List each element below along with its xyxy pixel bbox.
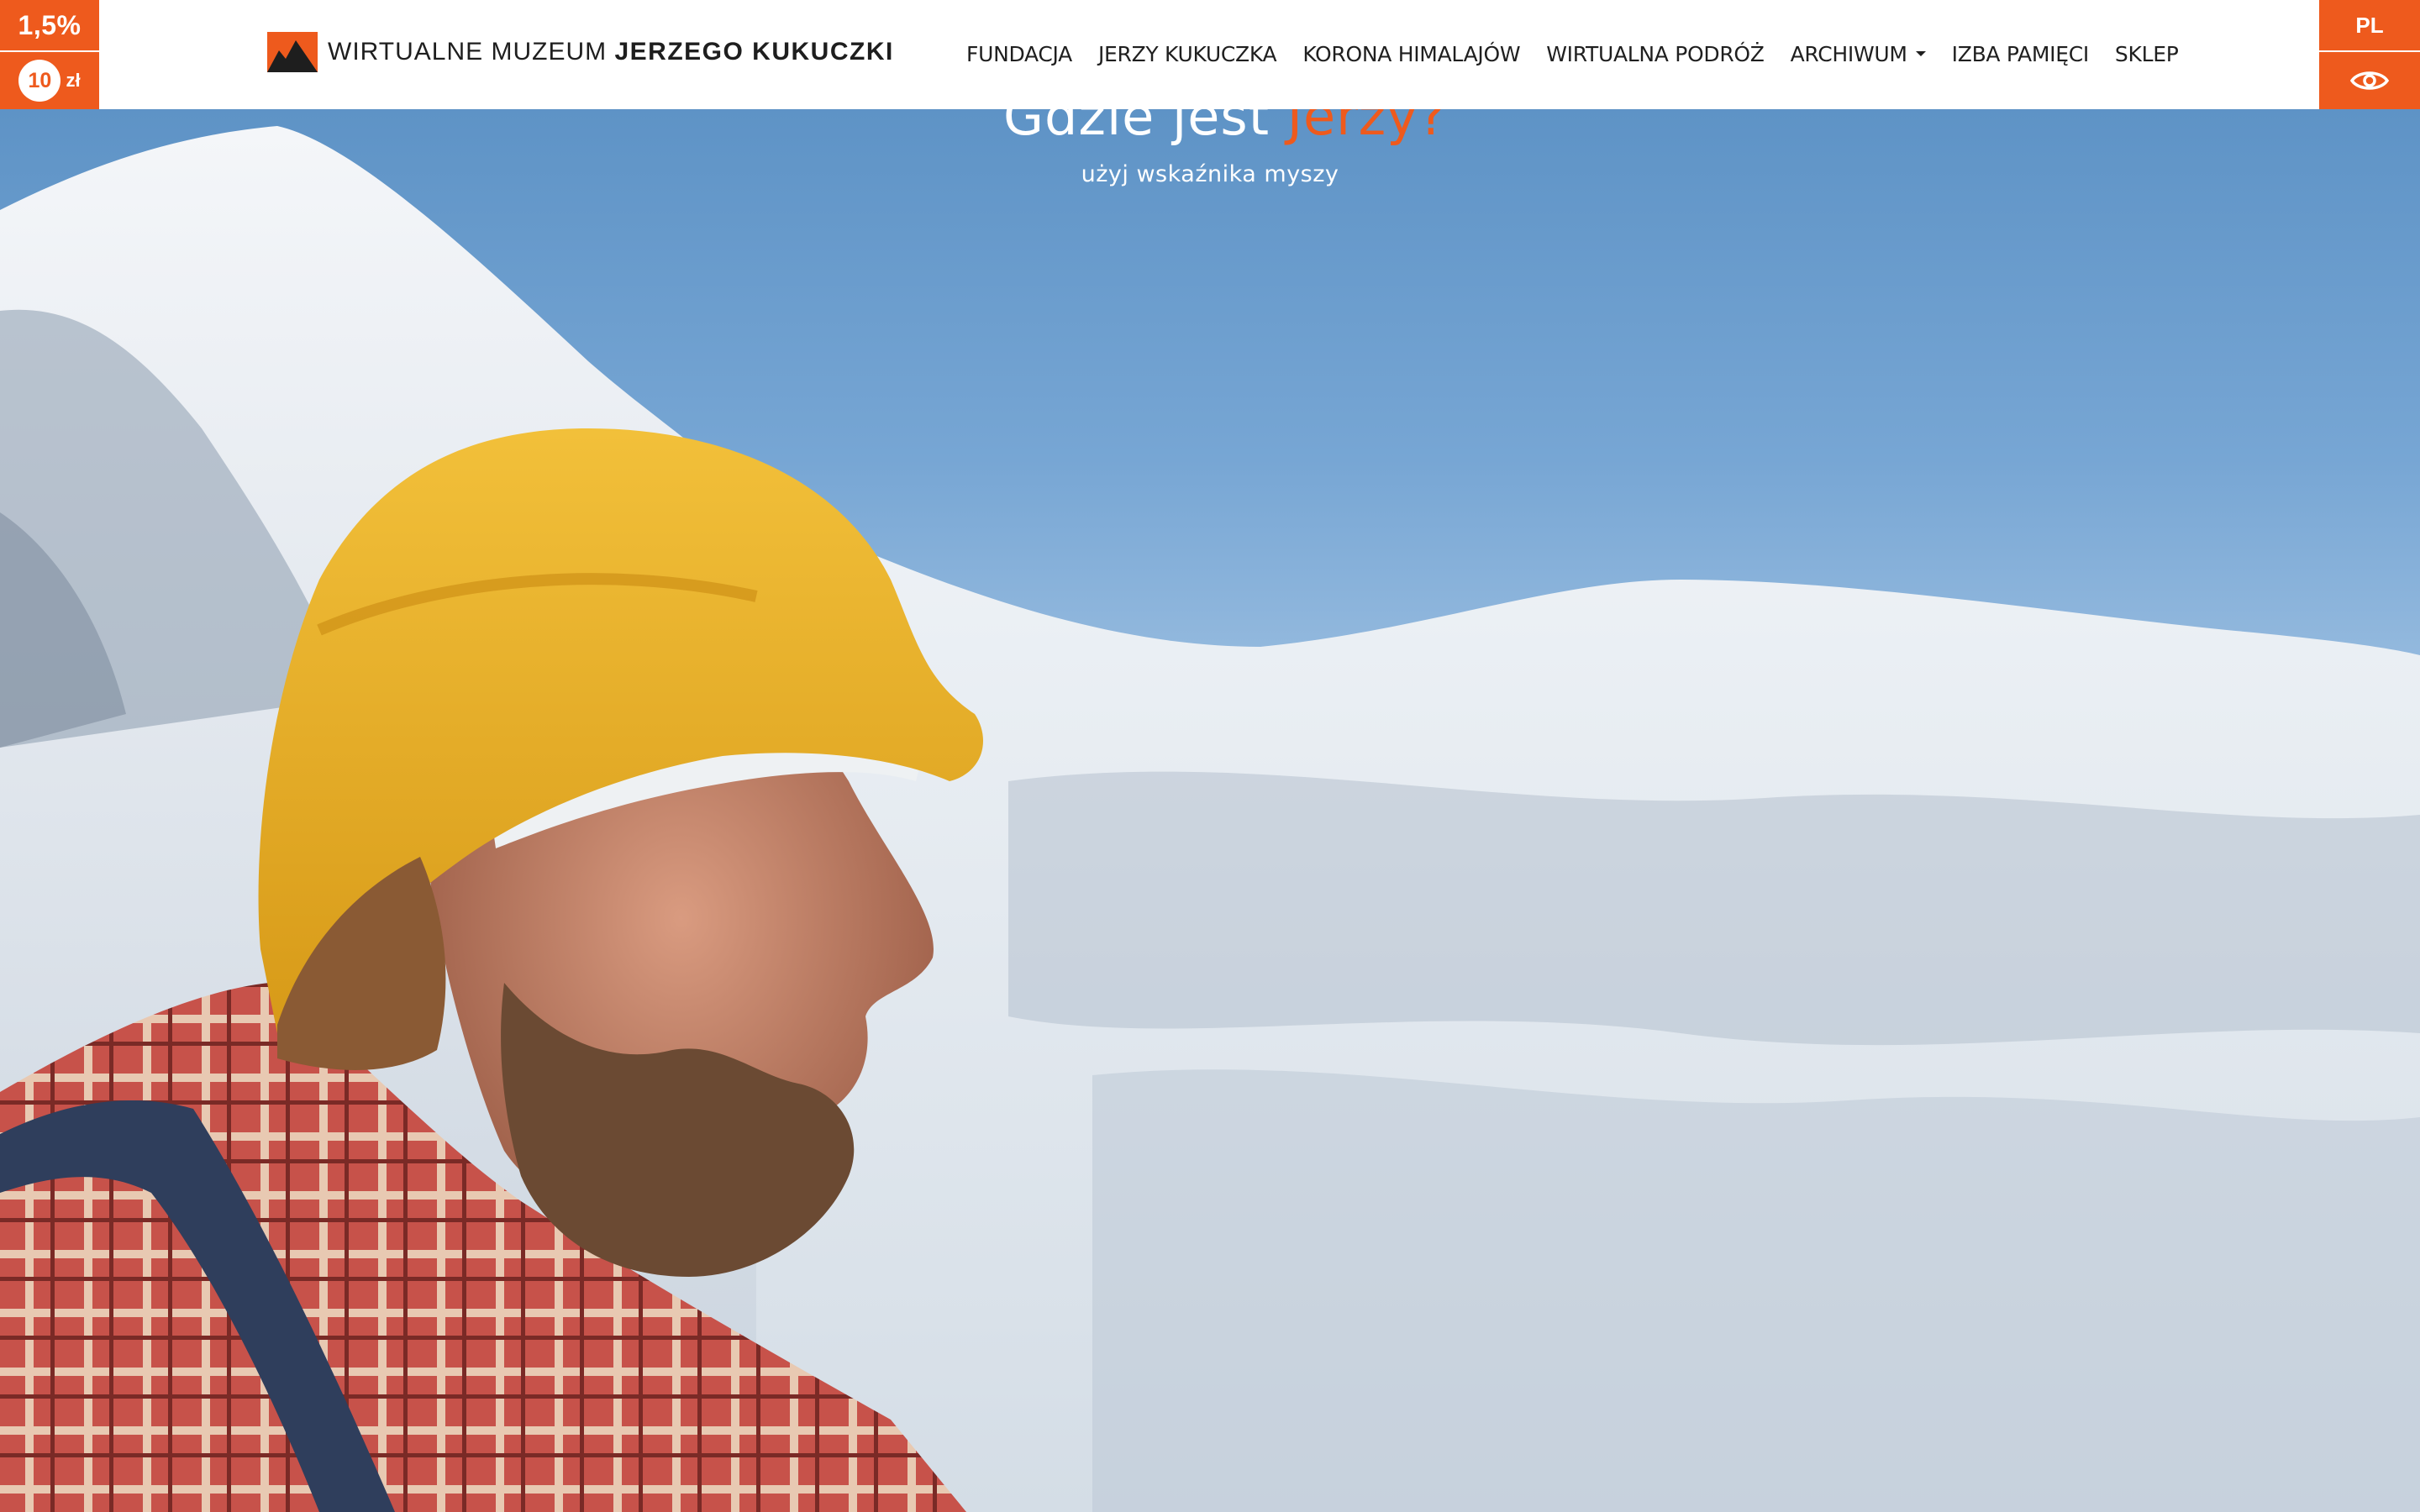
logo-text-bold: JERZEGO KUKUCZKI	[614, 38, 894, 66]
nav-item-fundacja[interactable]: FUNDACJA	[966, 42, 1072, 66]
currency-label: zł	[66, 70, 81, 91]
hero-title: Gdzie jest Jerzy?	[1003, 109, 1446, 147]
mountain-logo-icon	[267, 32, 318, 72]
nav-item-label: ARCHIWUM	[1790, 41, 1907, 66]
accessibility-button[interactable]	[2319, 52, 2420, 109]
nav-item-archiwum[interactable]: ARCHIWUM	[1791, 42, 1926, 66]
main-nav: FUNDACJA JERZY KUKUCZKA KORONA HIMALAJÓW…	[966, 37, 2205, 71]
tax-amount-badge: 10 zł	[0, 52, 99, 109]
hero-title-accent: Jerzy?	[1286, 109, 1447, 147]
nav-item-wirtualna-podroz[interactable]: WIRTUALNA PODRÓŻ	[1546, 41, 1765, 66]
nav-item-label: IZBA PAMIĘCI	[1951, 41, 2090, 66]
site-header: WIRTUALNE MUZEUM JERZEGO KUKUCZKI FUNDAC…	[0, 0, 2420, 109]
nav-item-korona-himalajow[interactable]: KORONA HIMALAJÓW	[1302, 42, 1520, 66]
logo-text: WIRTUALNE MUZEUM JERZEGO KUKUCZKI	[328, 38, 894, 66]
tax-percent-badge: 1,5%	[0, 0, 99, 50]
utility-widget: PL	[2319, 0, 2420, 109]
nav-item-sklep[interactable]: SKLEP	[2115, 42, 2179, 66]
nav-item-jerzy-kukuczka[interactable]: JERZY KUKUCZKA	[1097, 41, 1277, 66]
nav-item-label: KORONA HIMALAJÓW	[1302, 41, 1521, 66]
hero-photo	[0, 126, 2420, 1512]
hero-section: Gdzie jest Jerzy? użyj wskaźnika myszy	[0, 109, 2420, 1512]
coin-icon: 10	[18, 60, 61, 102]
tax-donation-widget[interactable]: 1,5% 10 zł	[0, 0, 99, 109]
nav-item-label: WIRTUALNA PODRÓŻ	[1546, 41, 1765, 66]
hero-title-text: Gdzie jest	[1003, 109, 1287, 147]
logo-text-regular: WIRTUALNE MUZEUM	[328, 38, 608, 66]
site-logo[interactable]: WIRTUALNE MUZEUM JERZEGO KUKUCZKI	[267, 32, 894, 72]
hero-subtitle: użyj wskaźnika myszy	[1081, 161, 1339, 187]
nav-item-label: SKLEP	[2114, 41, 2179, 66]
eye-icon	[2350, 71, 2389, 90]
caret-down-icon	[1915, 51, 1926, 56]
nav-item-label: FUNDACJA	[966, 41, 1072, 66]
nav-item-izba-pamieci[interactable]: IZBA PAMIĘCI	[1951, 41, 2090, 66]
language-switcher[interactable]: PL	[2319, 0, 2420, 50]
nav-item-label: JERZY KUKUCZKA	[1097, 41, 1277, 66]
